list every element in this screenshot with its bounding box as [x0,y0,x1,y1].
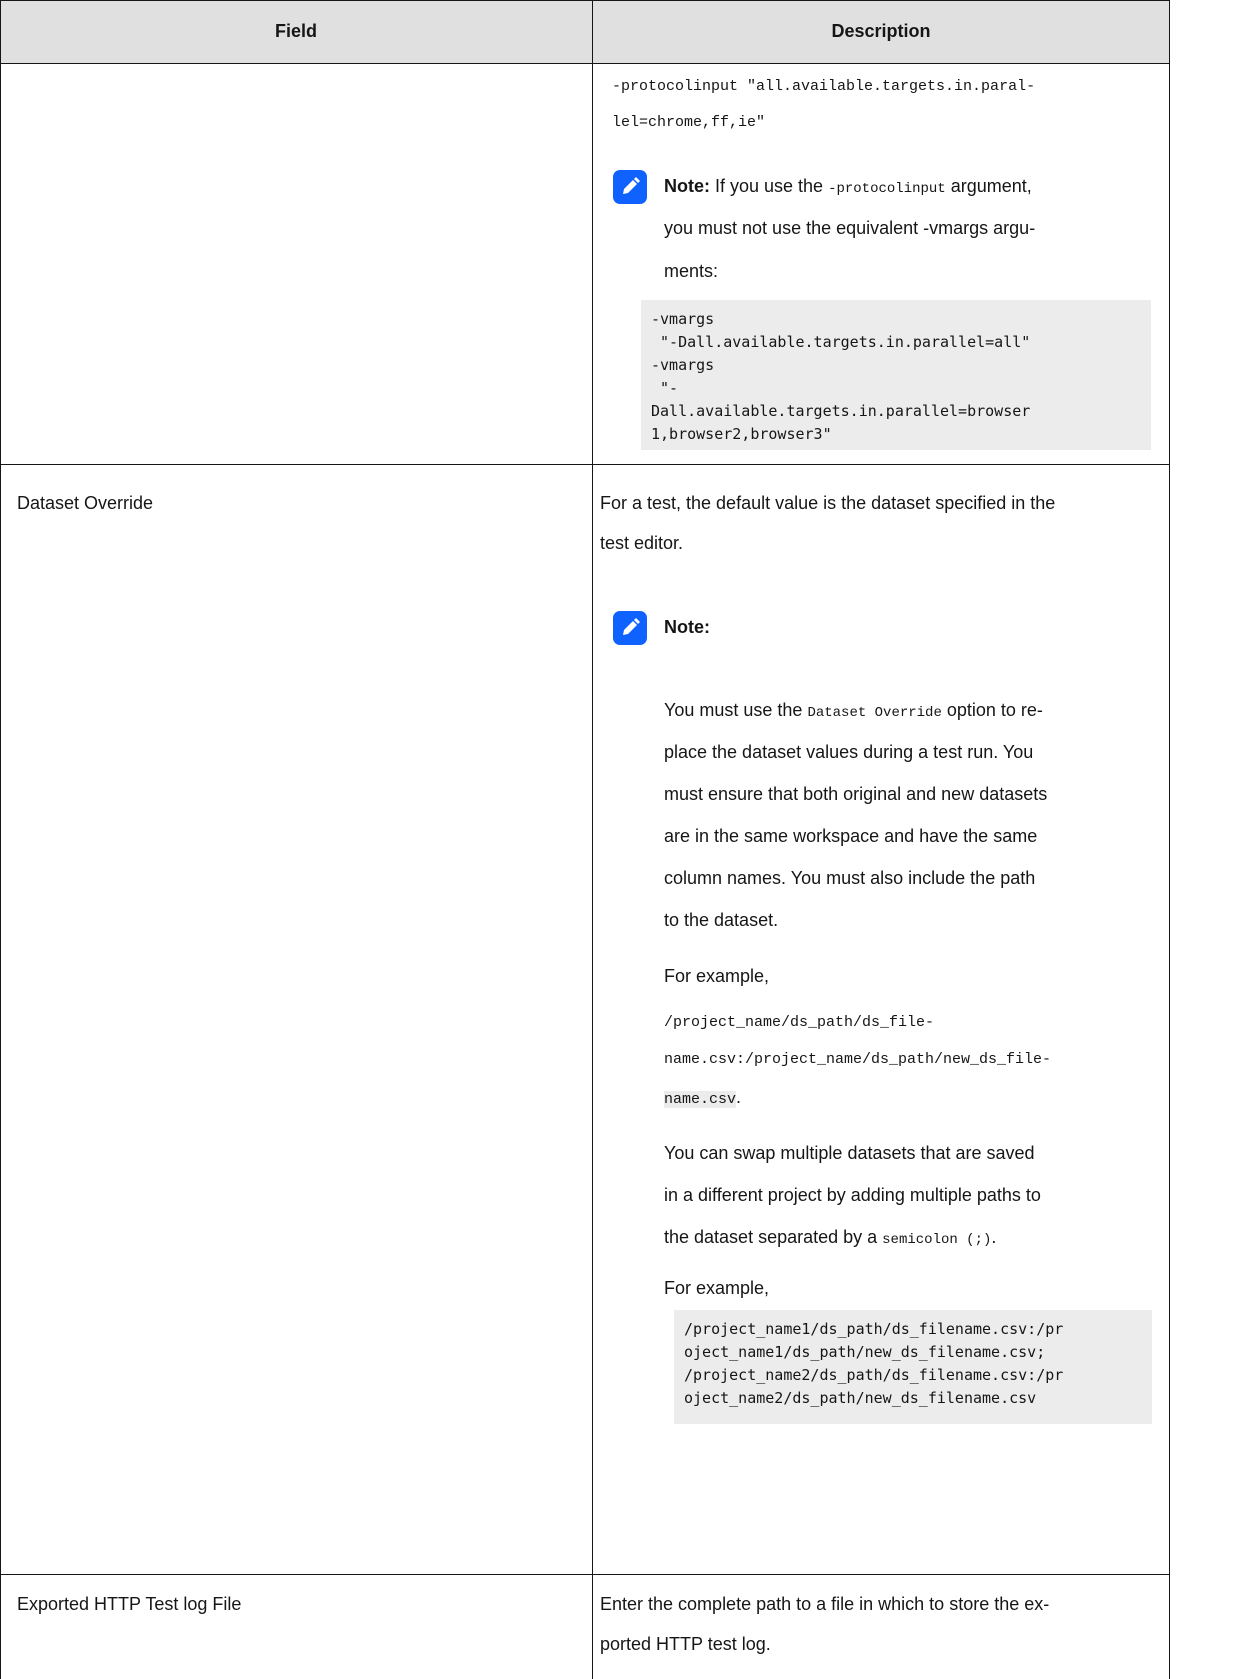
dataset-path-line-1: /project_name/ds_path/ds_file- [664,1014,935,1031]
para2-inline-code: semicolon (;) [882,1232,992,1248]
parameters-table: Field Description -protocolinput "all.av… [0,0,1170,1679]
note-line-1: Note: If you use the -protocolinput argu… [664,170,1032,206]
para2-text-a: the dataset separated by a [664,1227,883,1247]
table-border-right [1169,0,1170,1679]
field-dataset-override: Dataset Override [17,493,154,513]
dataset-para1-line-5: column names. You must also include the … [664,868,1036,888]
dataset-code-block: /project_name1/ds_path/ds_filename.csv:/… [674,1310,1152,1424]
note-line-3: ments: [664,261,719,281]
pencil-note-icon [613,611,647,645]
dataset-example-2: For example, [664,1278,770,1298]
header-description: Description [592,0,1170,64]
table-border-left [0,0,1,1679]
dataset-path-line-2: name.csv:/project_name/ds_path/new_ds_fi… [664,1051,1052,1068]
field-exported-http-log: Exported HTTP Test log File [17,1594,242,1614]
header-field-label: Field [274,21,317,41]
dataset-note-label: Note: [664,617,710,637]
note-label: Note: [664,176,710,196]
dataset-para1-line-2: place the dataset values during a test r… [664,742,1034,762]
row-divider-1 [0,464,1170,465]
protocol-line-1: -protocolinput "all.available.targets.in… [612,78,1036,95]
dataset-desc-line-2: test editor. [600,533,684,553]
dataset-desc-line-1: For a test, the default value is the dat… [600,493,1056,513]
dataset-para1-line-1: You must use the Dataset Override option… [664,694,1043,730]
note-inline-code: -protocolinput [828,181,946,197]
exported-log-desc-line-1: Enter the complete path to a file in whi… [600,1594,1050,1614]
dataset-path-end-period: . [736,1087,742,1107]
note-text-a: If you use the [710,176,829,196]
dataset-example-1: For example, [664,966,770,986]
dataset-para1-line-6: to the dataset. [664,910,779,930]
header-description-label: Description [831,21,931,41]
para1-text-b: option to re- [941,700,1043,720]
note-text-b: argument, [945,176,1032,196]
para1-text-a: You must use the [664,700,808,720]
header-field: Field [0,0,592,64]
dataset-path-end-code: name.csv [664,1091,737,1108]
dataset-para2-line-1: You can swap multiple datasets that are … [664,1143,1035,1163]
pencil-note-icon [613,170,647,204]
dataset-path-line-3: name.csv. [664,1081,741,1116]
dataset-para1-line-4: are in the same workspace and have the s… [664,826,1038,846]
table-border-top [0,0,1170,1]
dataset-para2-line-3: the dataset separated by a semicolon (;)… [664,1221,996,1257]
column-divider [592,0,593,1679]
dataset-para1-line-3: must ensure that both original and new d… [664,784,1048,804]
row-divider-2 [0,1574,1170,1575]
note-line-2: you must not use the equivalent -vmargs … [664,218,1036,238]
dataset-para2-line-2: in a different project by adding multipl… [664,1185,1041,1205]
protocol-line-2: lel=chrome,ff,ie" [612,114,766,131]
para2-text-b: . [991,1227,997,1247]
para1-inline-code: Dataset Override [807,705,942,721]
exported-log-desc-line-2: ported HTTP test log. [600,1634,771,1654]
vmargs-code-block: -vmargs "-Dall.available.targets.in.para… [641,300,1151,450]
